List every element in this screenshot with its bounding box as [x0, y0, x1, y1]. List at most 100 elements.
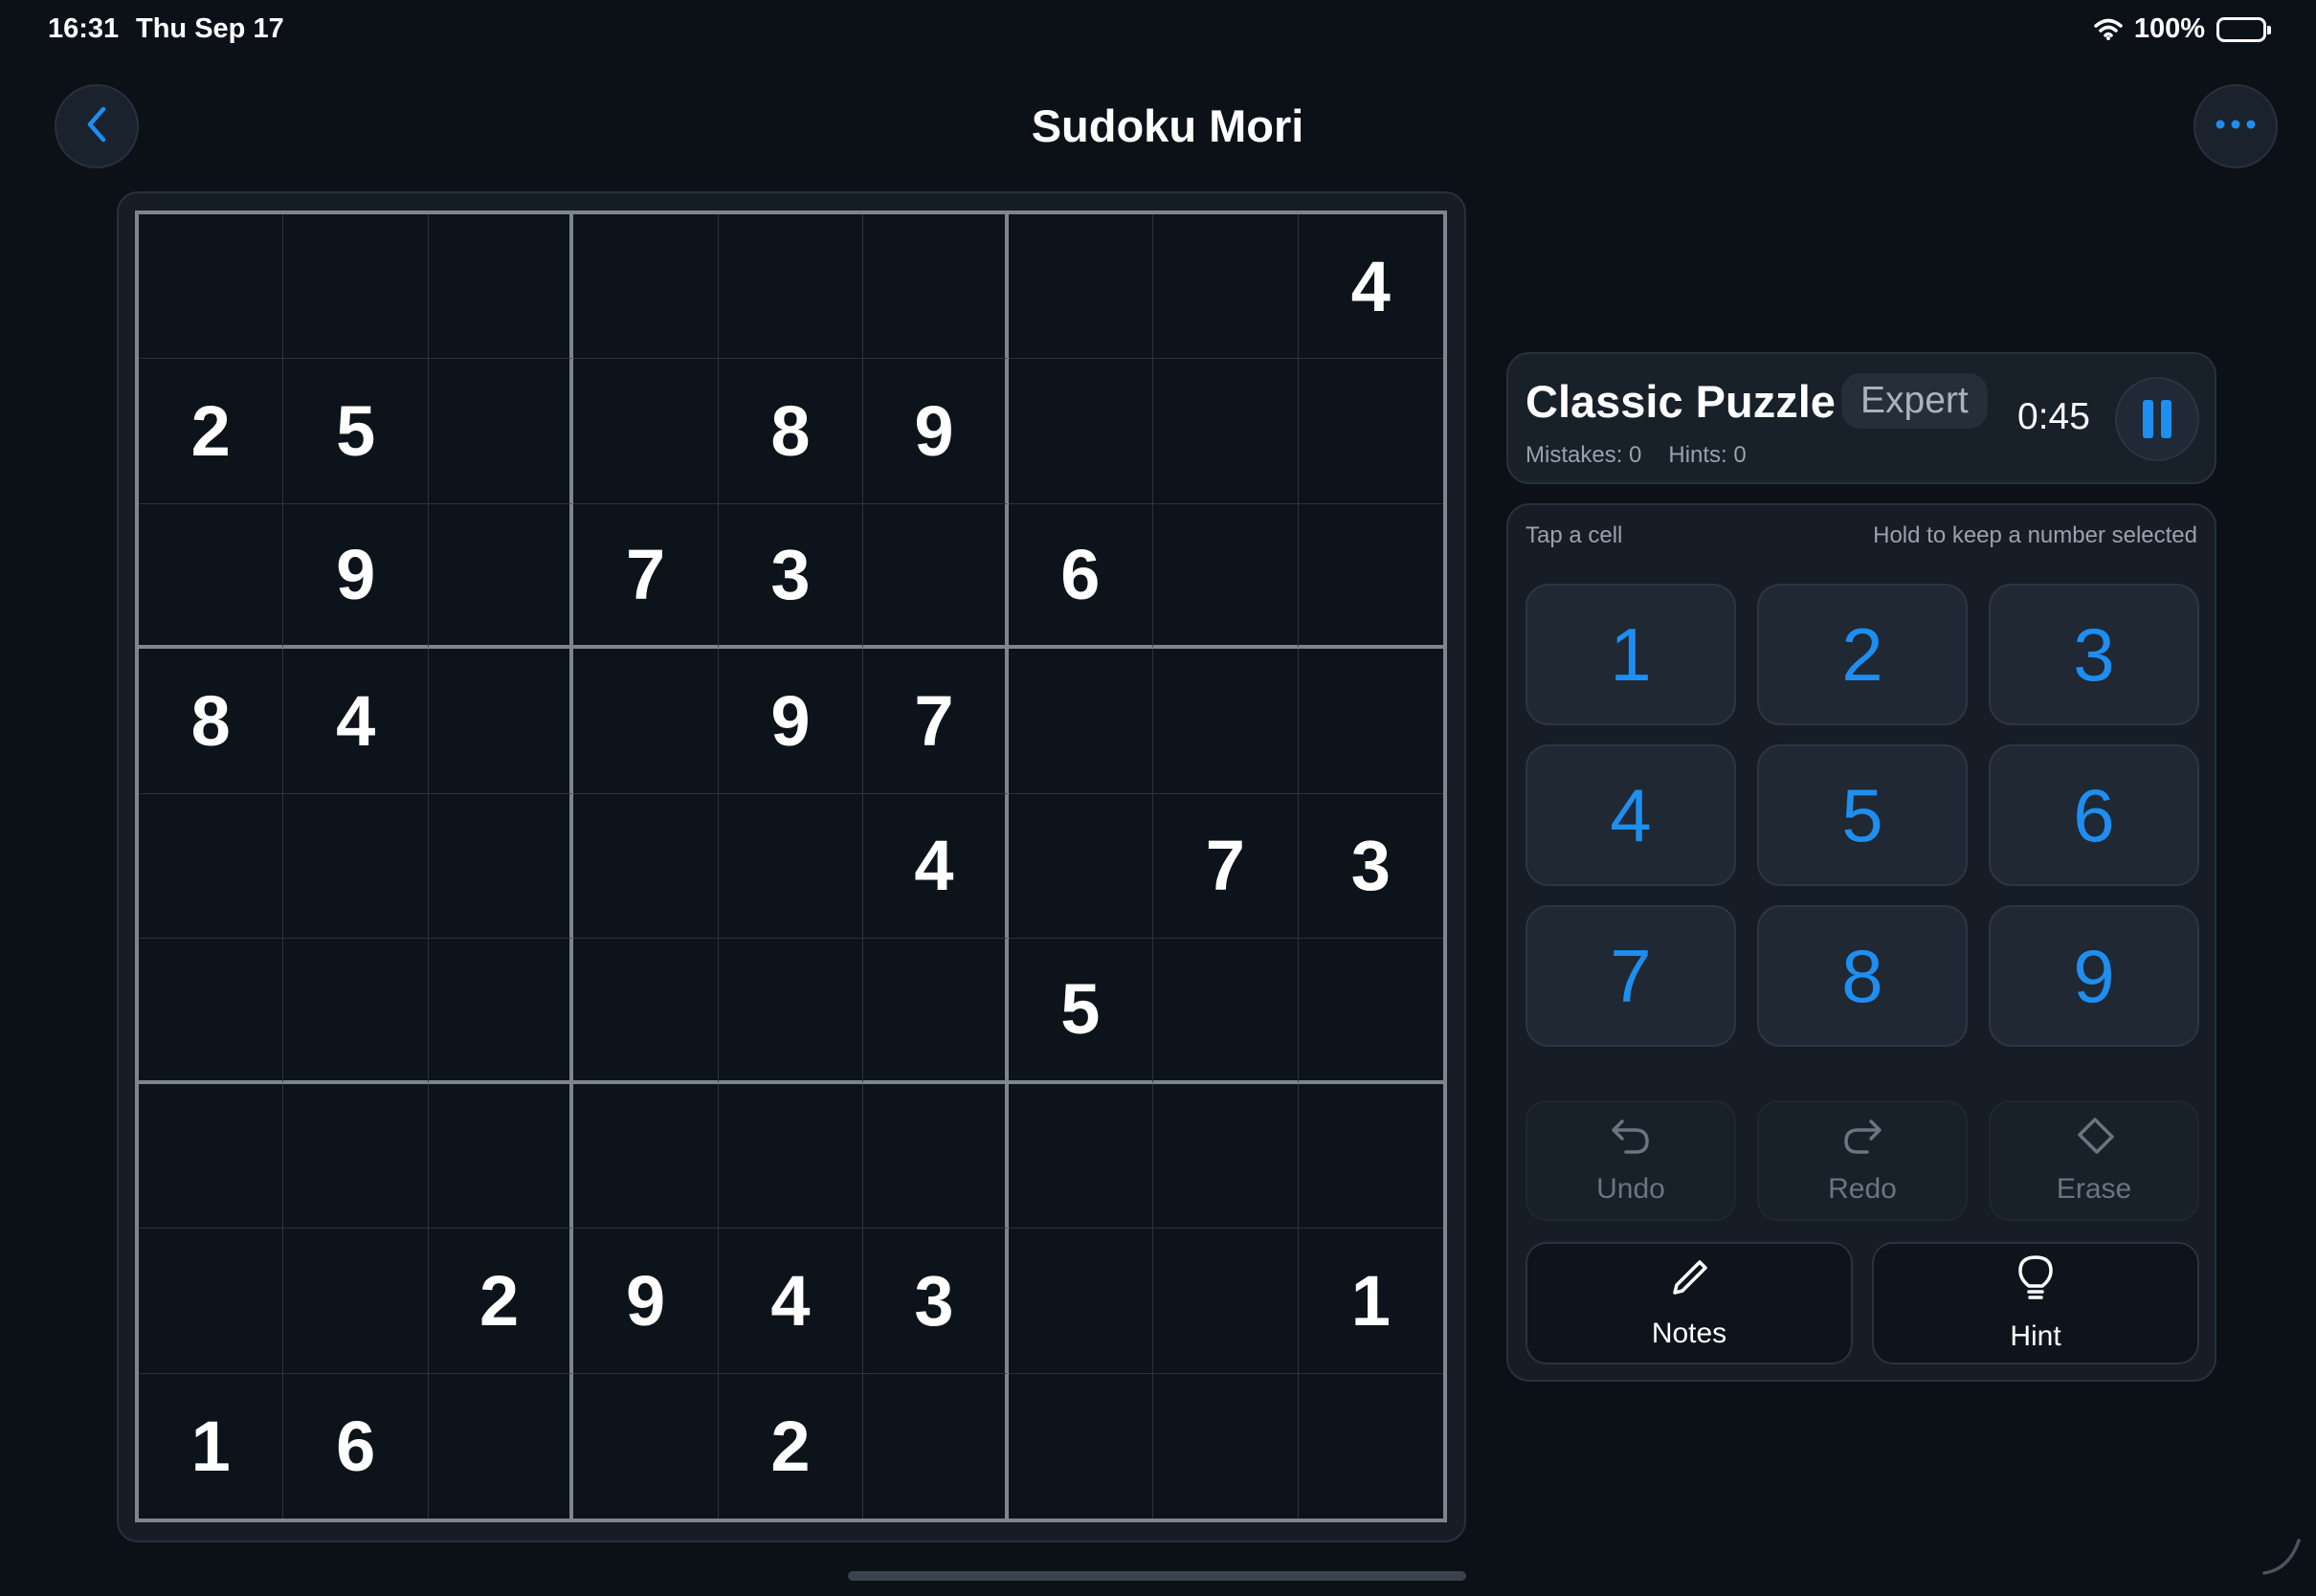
undo-button[interactable]: Undo	[1525, 1100, 1736, 1221]
board-cell[interactable]	[718, 939, 864, 1084]
board-cell[interactable]	[1153, 1229, 1299, 1374]
board-cell[interactable]	[1008, 214, 1154, 360]
notes-label: Notes	[1651, 1318, 1727, 1349]
board-cell[interactable]: 1	[1298, 1229, 1443, 1374]
board-cell[interactable]	[1008, 1229, 1154, 1374]
board-cell[interactable]: 7	[863, 649, 1009, 794]
board-cell[interactable]	[283, 1083, 429, 1230]
board-cell[interactable]	[139, 214, 284, 360]
board-cell[interactable]	[428, 1083, 574, 1230]
hint-button[interactable]: Hint	[1872, 1242, 2199, 1364]
board-cell[interactable]	[573, 1373, 719, 1518]
board-cell[interactable]: 1	[139, 1373, 284, 1518]
board-cell[interactable]: 2	[139, 359, 284, 504]
board-cell[interactable]: 9	[283, 503, 429, 650]
board-cell[interactable]	[139, 793, 284, 940]
board-cell[interactable]: 5	[1008, 939, 1154, 1084]
board-cell[interactable]: 7	[1153, 793, 1299, 940]
more-options-button[interactable]	[2194, 84, 2278, 168]
board-cell[interactable]: 3	[1298, 794, 1443, 940]
board-cell[interactable]	[1153, 1373, 1299, 1518]
number-button-7[interactable]: 7	[1525, 905, 1736, 1047]
board-cell[interactable]	[1299, 1374, 1443, 1518]
board-cell[interactable]: 9	[718, 649, 864, 794]
board-cell[interactable]	[283, 939, 429, 1084]
board-cell[interactable]	[1153, 649, 1299, 794]
board-cell[interactable]: 6	[283, 1373, 429, 1518]
number-button-3[interactable]: 3	[1989, 584, 2199, 725]
board-cell[interactable]	[1298, 1084, 1443, 1230]
number-button-1[interactable]: 1	[1525, 584, 1736, 725]
board-cell[interactable]	[429, 1373, 574, 1518]
board-cell[interactable]	[1298, 504, 1443, 650]
board-cell[interactable]	[428, 503, 574, 650]
board-cell[interactable]	[1153, 214, 1299, 360]
board-cell[interactable]: 5	[283, 359, 429, 504]
board-cell[interactable]	[573, 939, 719, 1084]
board-cell[interactable]: 2	[428, 1229, 574, 1374]
board-cell[interactable]	[718, 214, 864, 360]
board-cell[interactable]	[1153, 503, 1299, 650]
board-cell[interactable]	[1008, 793, 1154, 940]
board-cell[interactable]	[428, 359, 574, 504]
board-cell[interactable]	[573, 649, 719, 794]
board-cell[interactable]	[1298, 359, 1443, 504]
board-cell[interactable]	[139, 503, 284, 650]
board-cell[interactable]: 3	[718, 503, 864, 650]
board-cell[interactable]: 8	[718, 359, 864, 504]
status-indicators: 100%	[2094, 13, 2271, 45]
board-cell[interactable]	[863, 939, 1009, 1084]
number-button-8[interactable]: 8	[1757, 905, 1968, 1047]
board-cell[interactable]: 4	[718, 1229, 864, 1374]
board-cell[interactable]	[573, 359, 719, 504]
notes-button[interactable]: Notes	[1525, 1242, 1853, 1364]
board-cell[interactable]: 3	[863, 1229, 1009, 1374]
board-cell[interactable]	[428, 939, 574, 1084]
puzzle-info-card: Classic Puzzle Expert Mistakes: 0 Hints:…	[1506, 352, 2216, 484]
board-cell[interactable]	[573, 1083, 719, 1230]
board-cell[interactable]	[1298, 649, 1443, 794]
board-cell[interactable]	[1153, 359, 1299, 504]
board-cell[interactable]	[139, 939, 284, 1084]
erase-button[interactable]: Erase	[1989, 1100, 2199, 1221]
board-cell[interactable]	[863, 1083, 1009, 1230]
board-cell[interactable]	[1008, 1083, 1154, 1230]
board-cell[interactable]	[573, 793, 719, 940]
board-cell[interactable]	[428, 214, 574, 360]
board-cell[interactable]	[1153, 1083, 1299, 1230]
board-cell[interactable]	[1008, 649, 1154, 794]
board-cell[interactable]	[139, 1229, 284, 1374]
board-cell[interactable]	[139, 1083, 284, 1230]
board-cell[interactable]: 7	[573, 503, 719, 650]
redo-button[interactable]: Redo	[1757, 1100, 1968, 1221]
board-cell[interactable]	[573, 214, 719, 360]
number-button-4[interactable]: 4	[1525, 744, 1736, 886]
board-cell[interactable]: 4	[1298, 214, 1443, 360]
board-cell[interactable]	[283, 214, 429, 360]
board-cell[interactable]	[863, 503, 1009, 650]
board-cell[interactable]	[428, 649, 574, 794]
number-button-6[interactable]: 6	[1989, 744, 2199, 886]
board-cell[interactable]: 9	[573, 1229, 719, 1374]
board-cell[interactable]: 4	[863, 793, 1009, 940]
number-button-5[interactable]: 5	[1757, 744, 1968, 886]
board-cell[interactable]	[718, 793, 864, 940]
board-cell[interactable]: 2	[719, 1373, 864, 1518]
board-cell[interactable]: 8	[139, 649, 284, 794]
board-cell[interactable]: 4	[283, 649, 429, 794]
board-cell[interactable]	[863, 214, 1009, 360]
number-button-2[interactable]: 2	[1757, 584, 1968, 725]
board-cell[interactable]	[1008, 359, 1154, 504]
board-cell[interactable]	[718, 1083, 864, 1230]
board-cell[interactable]: 9	[863, 359, 1009, 504]
board-cell[interactable]	[428, 793, 574, 940]
board-cell[interactable]: 6	[1008, 503, 1154, 650]
board-cell[interactable]	[1298, 939, 1443, 1084]
board-cell[interactable]	[283, 793, 429, 940]
board-cell[interactable]	[1009, 1373, 1154, 1518]
number-button-9[interactable]: 9	[1989, 905, 2199, 1047]
board-cell[interactable]	[863, 1373, 1009, 1518]
board-cell[interactable]	[1153, 939, 1299, 1084]
pause-button[interactable]	[2115, 377, 2199, 461]
board-cell[interactable]	[283, 1229, 429, 1374]
